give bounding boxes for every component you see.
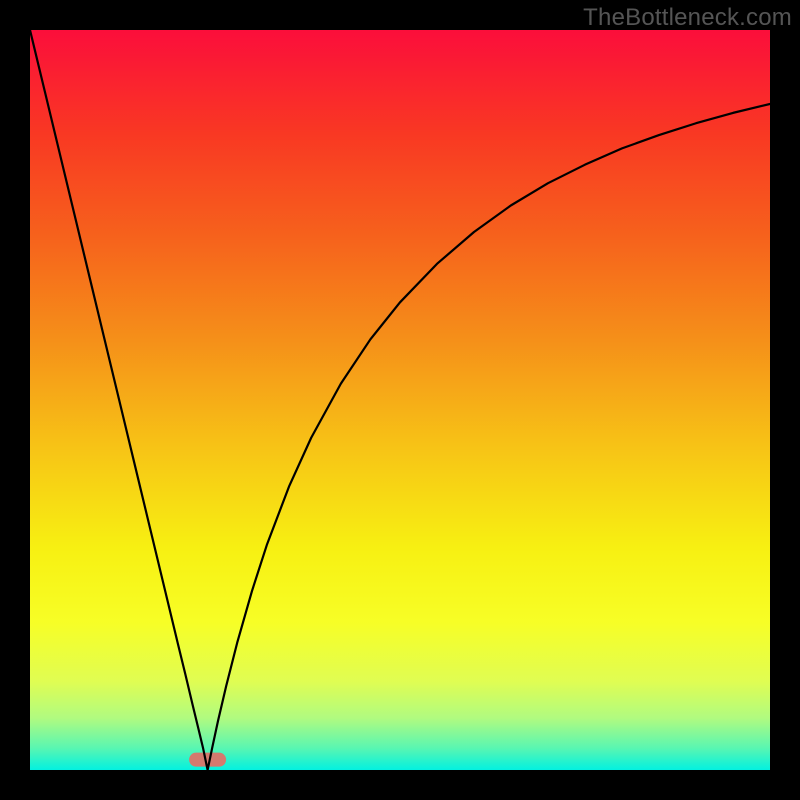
- watermark: TheBottleneck.com: [583, 4, 792, 32]
- chart-svg: [30, 30, 770, 770]
- plot-area: [30, 30, 770, 770]
- minimum-marker: [189, 753, 226, 767]
- chart-background: [30, 30, 770, 770]
- chart-container: TheBottleneck.com: [0, 0, 800, 800]
